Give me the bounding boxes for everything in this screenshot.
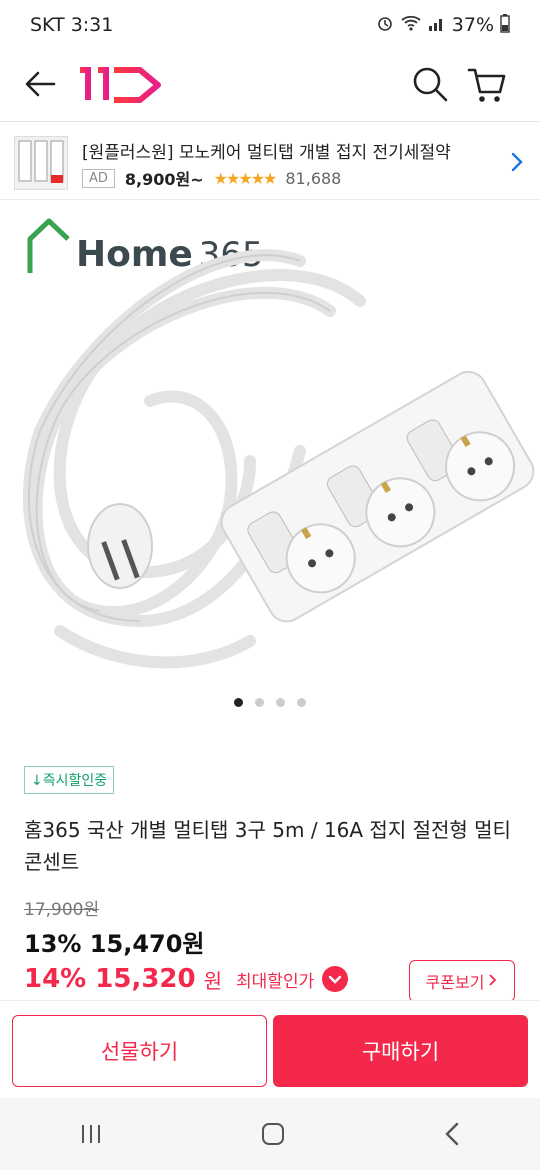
ad-price: 8,900원~ bbox=[124, 170, 204, 189]
wifi-icon bbox=[400, 14, 422, 37]
gift-button[interactable]: 선물하기 bbox=[12, 1015, 267, 1087]
carousel-indicator[interactable] bbox=[0, 698, 540, 707]
system-navigation-bar bbox=[0, 1098, 540, 1170]
ad-banner[interactable]: [원플러스원] 모노케어 멀티탭 개별 접지 전기세절약 AD 8,900원~ … bbox=[0, 124, 540, 200]
carousel-dot[interactable] bbox=[297, 698, 306, 707]
review-count: 81,688 bbox=[285, 168, 342, 188]
home-icon[interactable] bbox=[260, 1121, 286, 1147]
carousel-dot[interactable] bbox=[255, 698, 264, 707]
chevron-down-icon[interactable] bbox=[322, 966, 349, 992]
back-arrow-icon[interactable] bbox=[22, 66, 58, 102]
cart-icon[interactable] bbox=[466, 64, 508, 106]
coupon-button[interactable]: 쿠폰보기 bbox=[409, 960, 515, 1002]
max-discount-label: 최대할인가 bbox=[236, 971, 315, 992]
status-carrier-time: SKT 3:31 bbox=[30, 14, 114, 36]
11st-logo[interactable] bbox=[78, 64, 164, 106]
rating-stars: ★★★★★ bbox=[213, 168, 278, 188]
chevron-right-icon[interactable] bbox=[508, 150, 526, 174]
signal-icon bbox=[428, 14, 446, 37]
ad-thumbnail bbox=[14, 136, 68, 190]
product-title: 홈365 국산 개별 멀티탭 3구 5m / 16A 접지 절전형 멀티콘센트 bbox=[24, 818, 511, 874]
discount-price: 13% 15,470원 bbox=[24, 930, 205, 958]
app-header bbox=[0, 50, 540, 122]
ad-badge: AD bbox=[82, 168, 115, 188]
chevron-right-icon bbox=[488, 972, 498, 991]
battery-icon bbox=[500, 13, 510, 38]
purchase-bar: 선물하기 구매하기 bbox=[0, 1000, 540, 1098]
recent-apps-icon[interactable] bbox=[79, 1123, 103, 1145]
coupon-button-label: 쿠폰보기 bbox=[425, 973, 485, 992]
carousel-dot[interactable] bbox=[276, 698, 285, 707]
max-discount-unit: 원 bbox=[203, 968, 223, 993]
ad-title: [원플러스원] 모노케어 멀티탭 개별 접지 전기세절약 bbox=[82, 143, 451, 163]
power-strip-illustration bbox=[22, 249, 535, 669]
battery-percent: 37% bbox=[451, 14, 494, 36]
original-price: 17,900원 bbox=[24, 900, 100, 920]
product-image[interactable]: Home 365 bbox=[0, 201, 540, 721]
status-bar: SKT 3:31 37% bbox=[0, 0, 540, 50]
carousel-dot[interactable] bbox=[234, 698, 243, 707]
back-icon[interactable] bbox=[443, 1121, 461, 1147]
instant-discount-tag: ↓즉시할인중 bbox=[24, 766, 115, 794]
max-discount-price: 14% 15,320 원 최대할인가 bbox=[24, 964, 349, 994]
alarm-icon bbox=[376, 14, 394, 37]
max-discount-value: 14% 15,320 bbox=[24, 964, 196, 994]
buy-button[interactable]: 구매하기 bbox=[273, 1015, 528, 1087]
search-icon[interactable] bbox=[410, 64, 450, 104]
